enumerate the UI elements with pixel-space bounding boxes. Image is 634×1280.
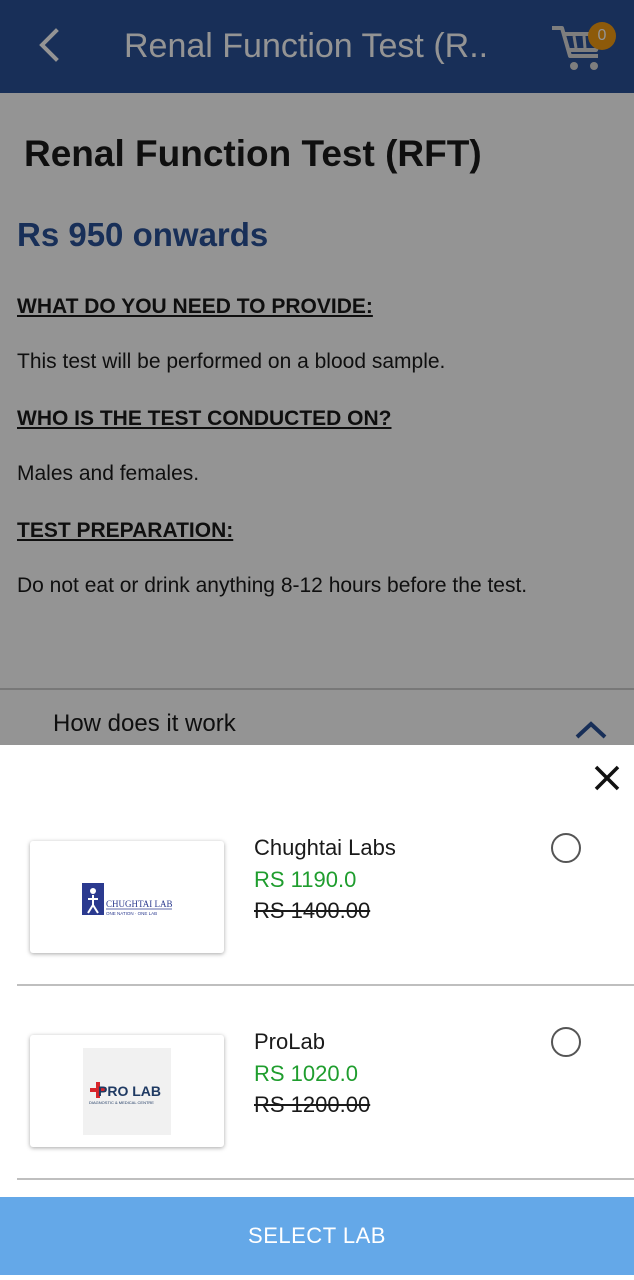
select-lab-button[interactable]: SELECT LAB (0, 1197, 634, 1275)
lab-price: RS 1020.0 (254, 1061, 358, 1086)
lab-old-price: RS 1200.00 (254, 1092, 371, 1117)
lab-option-chughtai[interactable]: CHUGHTAI LAB ONE NATION · ONE LAB Chught… (0, 745, 634, 953)
modal-backdrop[interactable] (0, 0, 634, 745)
lab-logo-chughtai: CHUGHTAI LAB ONE NATION · ONE LAB (30, 841, 224, 953)
svg-text:ONE NATION · ONE LAB: ONE NATION · ONE LAB (106, 911, 157, 916)
bottom-strip (0, 1275, 634, 1280)
prolab-logo: PRO LAB DIAGNOSTIC & MEDICAL CENTRE (83, 1048, 171, 1135)
lab-radio-chughtai[interactable] (551, 833, 581, 863)
divider (17, 1178, 634, 1180)
lab-option-prolab[interactable]: PRO LAB DIAGNOSTIC & MEDICAL CENTRE ProL… (0, 939, 634, 1147)
lab-name: Chughtai Labs (254, 835, 396, 860)
svg-text:CHUGHTAI LAB: CHUGHTAI LAB (106, 899, 173, 909)
chughtai-lab-logo: CHUGHTAI LAB ONE NATION · ONE LAB (82, 883, 173, 916)
lab-logo-prolab: PRO LAB DIAGNOSTIC & MEDICAL CENTRE (30, 1035, 224, 1147)
lab-price: RS 1190.0 (254, 867, 357, 892)
svg-text:DIAGNOSTIC & MEDICAL CENTRE: DIAGNOSTIC & MEDICAL CENTRE (89, 1100, 154, 1105)
svg-text:PRO LAB: PRO LAB (98, 1083, 161, 1099)
lab-radio-prolab[interactable] (551, 1027, 581, 1057)
lab-name: ProLab (254, 1029, 325, 1054)
lab-old-price: RS 1400.00 (254, 898, 371, 923)
